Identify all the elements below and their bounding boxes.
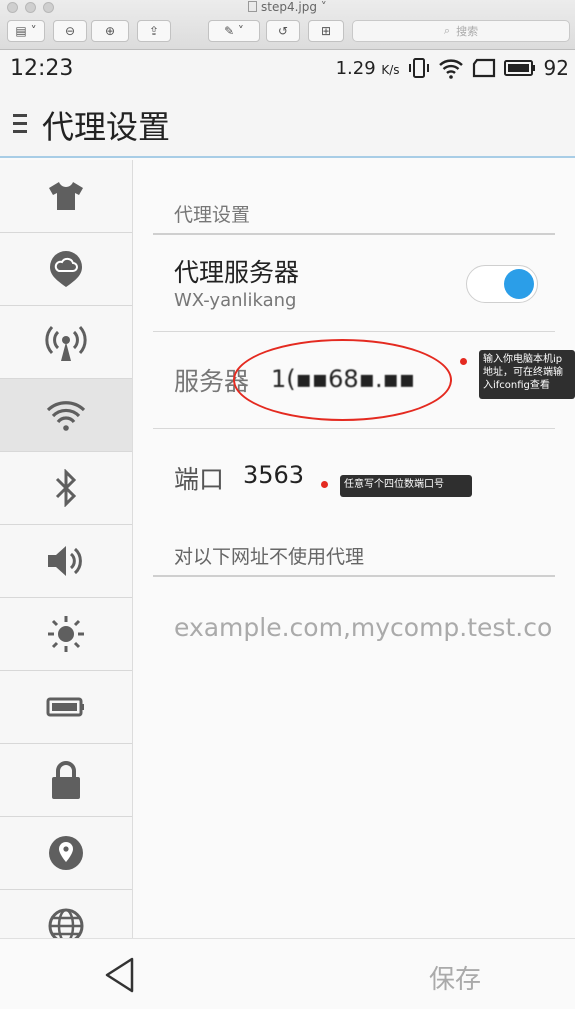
battery-status-icon	[503, 60, 535, 76]
port-tooltip: 任意写个四位数端口号	[340, 475, 472, 497]
search-field[interactable]: ⌕ 搜索	[352, 20, 570, 42]
section-title: 代理设置	[174, 204, 251, 226]
sidebar-item-cloud[interactable]	[0, 233, 132, 306]
share-button[interactable]: ⇪	[137, 20, 171, 42]
app-header: 代理设置	[0, 90, 575, 158]
zoom-in-button[interactable]: ⊕	[91, 20, 129, 42]
zoom-window-button[interactable]	[43, 2, 54, 13]
sidebar-item-location[interactable]	[0, 817, 132, 890]
network-speed: 1.29 K/s	[335, 57, 400, 79]
status-bar: 12:23 1.29 K/s 92	[0, 50, 575, 90]
battery-icon	[46, 697, 84, 717]
proxy-toggle[interactable]	[466, 265, 538, 303]
bypass-input[interactable]: example.com,mycomp.test.co	[174, 613, 552, 642]
preview-toolbar: step4.jpg ˅ ▤ ˅ ⊖ ⊕ ⇪ ✎ ˅ ↺ ⊞ ⌕ 搜索	[0, 0, 575, 50]
sidebar-item-display[interactable]	[0, 598, 132, 671]
rotate-button[interactable]: ↺	[266, 20, 300, 42]
wifi-icon	[46, 401, 86, 431]
annotation-dot	[321, 481, 328, 488]
window-title: step4.jpg ˅	[248, 0, 327, 14]
cloud-pin-icon	[50, 251, 82, 287]
sim-icon	[472, 58, 495, 78]
status-time: 12:23	[10, 56, 74, 81]
proxy-settings-panel: 代理设置 代理服务器 WX-yanlikang 服务器 1(▪▪68▪.▪▪ 端…	[133, 160, 575, 938]
row-divider	[153, 428, 555, 429]
minimize-window-button[interactable]	[25, 2, 36, 13]
lock-icon	[52, 761, 80, 799]
page-title: 代理设置	[42, 108, 171, 146]
proxy-server-label: 代理服务器	[174, 258, 300, 287]
row-divider	[153, 331, 555, 332]
proxy-server-value: WX-yanlikang	[174, 290, 297, 311]
location-icon	[49, 836, 83, 870]
menu-icon[interactable]	[13, 114, 27, 134]
brightness-icon	[48, 616, 84, 652]
wifi-status-icon	[438, 59, 463, 79]
bypass-label: 对以下网址不使用代理	[174, 546, 365, 568]
bottom-bar: 保存	[0, 938, 575, 1009]
globe-icon	[48, 908, 84, 938]
document-icon	[248, 1, 257, 12]
annotation-dot	[460, 358, 467, 365]
markup-button[interactable]: ✎ ˅	[208, 20, 260, 42]
zoom-out-button[interactable]: ⊖	[53, 20, 87, 42]
sidebar-item-bluetooth[interactable]	[0, 452, 132, 525]
section-divider	[153, 575, 555, 577]
sidebar-toggle-button[interactable]: ▤ ˅	[7, 20, 45, 42]
sidebar-item-theme[interactable]	[0, 160, 132, 233]
toggle-knob	[504, 269, 534, 299]
antenna-icon	[45, 325, 87, 361]
close-window-button[interactable]	[7, 2, 18, 13]
settings-sidebar	[0, 160, 133, 938]
sidebar-item-wifi[interactable]	[0, 379, 132, 452]
back-icon[interactable]	[100, 955, 140, 995]
volume-icon	[48, 546, 82, 576]
sidebar-item-hotspot[interactable]	[0, 306, 132, 379]
tshirt-icon	[49, 182, 83, 210]
bluetooth-icon	[55, 469, 77, 507]
sidebar-item-battery[interactable]	[0, 671, 132, 744]
port-value[interactable]: 3563	[243, 461, 304, 489]
search-icon: ⌕	[443, 24, 451, 37]
sidebar-item-language[interactable]	[0, 890, 132, 938]
toolbox-button[interactable]: ⊞	[308, 20, 344, 42]
sidebar-item-sound[interactable]	[0, 525, 132, 598]
section-divider	[153, 233, 555, 235]
battery-percent: 92	[543, 56, 569, 80]
vibrate-icon	[408, 58, 429, 78]
server-highlight-ellipse	[233, 339, 452, 421]
port-label[interactable]: 端口	[174, 460, 224, 496]
save-button[interactable]: 保存	[429, 959, 481, 996]
sidebar-item-security[interactable]	[0, 744, 132, 817]
server-tooltip: 输入你电脑本机ip地址，可在终端输入ifconfig查看	[479, 350, 575, 399]
